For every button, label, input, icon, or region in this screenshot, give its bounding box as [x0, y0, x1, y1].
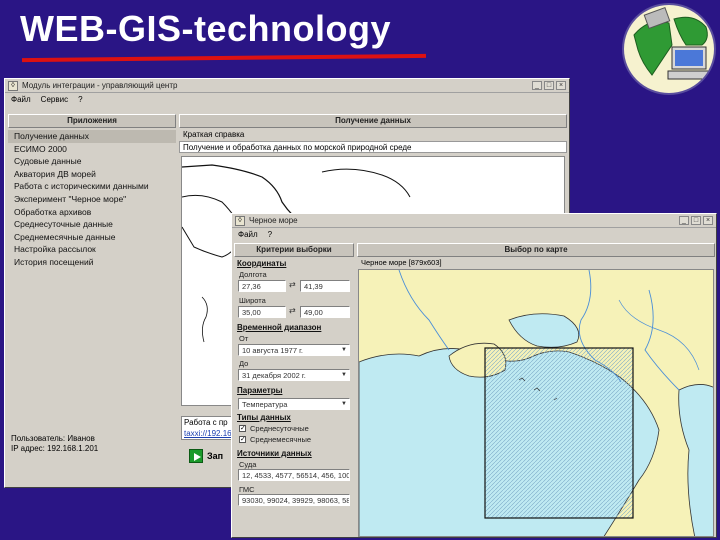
black-sea-titlebar[interactable]: ◊ Черное море _ □ ×	[232, 214, 716, 228]
lon-from-input[interactable]: 27,36	[238, 280, 286, 292]
black-sea-window: ◊ Черное море _ □ × Файл ? Критерии выбо…	[231, 213, 717, 538]
latitude-label: Широта	[239, 296, 266, 305]
map-panel: Выбор по карте Черное море [879x603]	[357, 243, 715, 537]
criteria-header: Критерии выборки	[234, 243, 354, 257]
launch-label: Зап	[207, 451, 224, 461]
to-label: До	[239, 359, 249, 368]
app-item-daily[interactable]: Среднесуточные данные	[8, 218, 176, 231]
menu-help[interactable]: ?	[268, 230, 272, 239]
chevron-down-icon[interactable]: ▼	[340, 400, 348, 408]
menu-service[interactable]: Сервис	[41, 95, 68, 104]
app-item-monthly[interactable]: Среднемесячные данные	[8, 231, 176, 244]
menu-file[interactable]: Файл	[238, 230, 258, 239]
close-icon[interactable]: ×	[556, 81, 566, 90]
app-icon: ◊	[235, 215, 245, 226]
lat-to-input[interactable]: 49,00	[300, 306, 350, 318]
time-range-label: Временной диапазон	[237, 323, 322, 332]
menu-help[interactable]: ?	[78, 95, 82, 104]
swap-arrow-icon[interactable]: ⇄	[289, 280, 296, 289]
swap-arrow-icon[interactable]: ⇄	[289, 306, 296, 315]
minimize-icon[interactable]: _	[532, 81, 542, 90]
work-text: Работа с пр	[184, 418, 228, 427]
apps-list: Получение данных ЕСИМО 2000 Судовые данн…	[8, 128, 176, 269]
menu-file[interactable]: Файл	[11, 95, 31, 104]
app-item-esimo[interactable]: ЕСИМО 2000	[8, 143, 176, 156]
maximize-icon[interactable]: □	[544, 81, 554, 90]
stations-label: ГМС	[239, 485, 255, 494]
window-title: Модуль интеграции - управляющий центр	[22, 81, 178, 90]
criteria-panel: Критерии выборки Координаты Долгота 27,3…	[234, 243, 354, 537]
coords-label: Координаты	[237, 259, 287, 268]
app-item-ship-data[interactable]: Судовые данные	[8, 155, 176, 168]
from-label: От	[239, 334, 249, 343]
app-item-data-receive[interactable]: Получение данных	[8, 130, 176, 143]
app-icon: ◊	[8, 80, 18, 91]
close-icon[interactable]: ×	[703, 216, 713, 225]
monthly-label: Среднемесячные	[250, 435, 312, 444]
integration-window-titlebar[interactable]: ◊ Модуль интеграции - управляющий центр …	[5, 79, 569, 93]
daily-label: Среднесуточные	[250, 424, 309, 433]
app-item-historical[interactable]: Работа с историческими данными	[8, 180, 176, 193]
app-item-far-east-seas[interactable]: Акватория ДВ морей	[8, 168, 176, 181]
black-sea-map[interactable]	[358, 269, 714, 537]
lat-from-input[interactable]: 35,00	[238, 306, 286, 318]
minimize-icon[interactable]: _	[679, 216, 689, 225]
play-icon	[189, 449, 203, 463]
title-underline	[21, 53, 427, 63]
user-info: Пользователь: Иванов IP адрес: 192.168.1…	[11, 434, 98, 454]
param-select[interactable]: Температура ▼	[238, 398, 350, 410]
sources-label: Источники данных	[237, 449, 312, 458]
ships-input[interactable]: 12, 4533, 4577, 56514, 456, 1001,	[238, 469, 350, 481]
ships-label: Суда	[239, 460, 257, 469]
black-sea-menubar: Файл ?	[232, 228, 716, 240]
data-types-label: Типы данных	[237, 413, 291, 422]
status-box: Работа с пр taxxi://192.16	[181, 416, 237, 440]
url-text: taxxi://192.16	[184, 429, 232, 438]
map-header: Выбор по карте	[357, 243, 715, 257]
from-date-select[interactable]: 10 августа 1977 г. ▼	[238, 344, 350, 356]
user-label: Пользователь: Иванов	[11, 434, 95, 443]
data-header: Получение данных	[179, 114, 567, 128]
to-date-select[interactable]: 31 декабря 2002 г. ▼	[238, 369, 350, 381]
apps-header: Приложения	[8, 114, 176, 128]
chevron-down-icon[interactable]: ▼	[340, 371, 348, 379]
daily-checkbox[interactable]: ✓	[239, 425, 246, 432]
map-caption: Черное море [879x603]	[361, 258, 442, 267]
logo-globe-computer	[622, 3, 716, 95]
globe-computer-icon	[633, 7, 711, 80]
black-sea-map-drawing	[359, 270, 713, 536]
monthly-checkbox[interactable]: ✓	[239, 436, 246, 443]
maximize-icon[interactable]: □	[691, 216, 701, 225]
summary-label: Краткая справка	[183, 130, 245, 139]
app-item-archives[interactable]: Обработка архивов	[8, 206, 176, 219]
summary-text: Получение и обработка данных по морской …	[179, 141, 567, 153]
longitude-label: Долгота	[239, 270, 267, 279]
black-sea-title: Черное море	[249, 216, 298, 225]
launch-button[interactable]: Зап	[189, 448, 223, 464]
apps-panel: Приложения Получение данных ЕСИМО 2000 С…	[8, 114, 176, 486]
lon-to-input[interactable]: 41,39	[300, 280, 350, 292]
chevron-down-icon[interactable]: ▼	[340, 346, 348, 354]
menubar: Файл Сервис ?	[5, 93, 569, 106]
params-label: Параметры	[237, 386, 283, 395]
stations-input[interactable]: 93030, 99024, 39929, 98063, 5805	[238, 494, 350, 506]
ip-label: IP адрес: 192.168.1.201	[11, 444, 99, 453]
slide-title: WEB-GIS-technology	[20, 8, 391, 49]
app-item-black-sea-experiment[interactable]: Эксперимент "Черное море"	[8, 193, 176, 206]
app-item-visit-history[interactable]: История посещений	[8, 256, 176, 269]
app-item-mailing[interactable]: Настройка рассылок	[8, 243, 176, 256]
